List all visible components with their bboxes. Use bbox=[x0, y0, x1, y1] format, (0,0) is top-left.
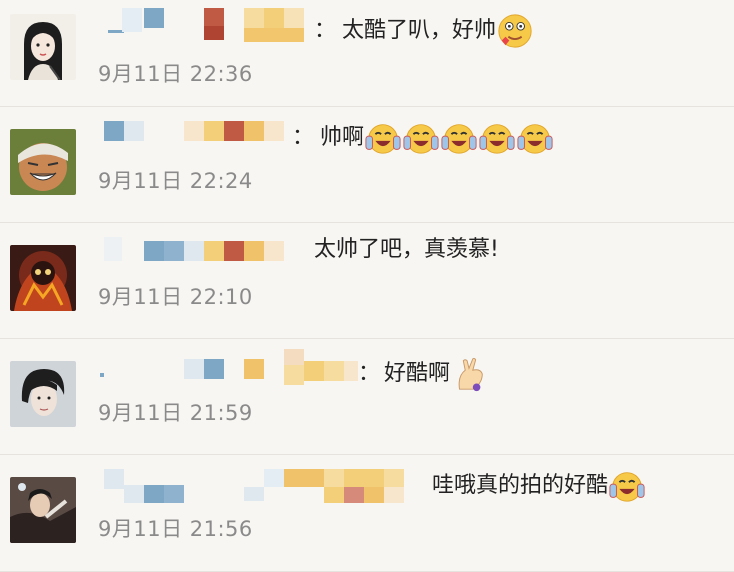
laugh-cry-thumbs-emoji-icon bbox=[364, 119, 402, 157]
comment-row: 哇哦真的拍的好酷 9月11日 21:56 bbox=[0, 455, 734, 572]
comment-text: 好酷啊 bbox=[384, 361, 451, 386]
laugh-cry-thumbs-emoji-icon bbox=[478, 119, 516, 157]
comment-message: 太帅了吧，真羡慕! bbox=[314, 235, 499, 265]
laugh-cry-thumbs-emoji-icon bbox=[440, 119, 478, 157]
comment-message: ： 好酷啊 bbox=[358, 355, 488, 393]
comment-message: ： 帅啊 bbox=[292, 119, 554, 157]
comment-row: ： 帅啊 9月11日 22:24 bbox=[0, 107, 734, 223]
comment-timestamp: 9月11日 21:59 bbox=[98, 401, 253, 425]
comment-message: 哇哦真的拍的好酷 bbox=[432, 467, 646, 505]
comment-row: ： 好酷啊 9月11日 21:59 bbox=[0, 339, 734, 455]
comment-row: 太帅了吧，真羡慕! 9月11日 22:10 bbox=[0, 223, 734, 339]
laugh-cry-thumbs-emoji-icon bbox=[608, 467, 646, 505]
blush-smile-emoji-icon bbox=[496, 12, 534, 50]
comment-text: 太酷了叭，好帅 bbox=[342, 18, 497, 43]
comment-text: 哇哦真的拍的好酷 bbox=[432, 473, 609, 498]
comment-message: ： 太酷了叭，好帅 bbox=[314, 12, 534, 50]
avatar[interactable] bbox=[10, 361, 76, 427]
laugh-cry-thumbs-emoji-icon bbox=[516, 119, 554, 157]
ok-hand-emoji-icon bbox=[450, 355, 488, 393]
comment-text: 帅啊 bbox=[320, 125, 365, 150]
blurred-username[interactable] bbox=[100, 467, 420, 503]
comment-timestamp: 9月11日 22:24 bbox=[98, 169, 253, 193]
comment-text: 太帅了吧，真羡慕! bbox=[314, 237, 499, 262]
comment-row: ： 太酷了叭，好帅 9月11日 22:36 bbox=[0, 0, 734, 107]
comment-timestamp: 9月11日 22:36 bbox=[98, 62, 253, 86]
separator: ： bbox=[292, 125, 315, 150]
avatar[interactable] bbox=[10, 477, 76, 543]
comment-list: ： 太酷了叭，好帅 9月11日 22:36 ： 帅啊 9月11日 22:24 太… bbox=[0, 0, 734, 572]
avatar[interactable] bbox=[10, 14, 76, 80]
separator: ： bbox=[314, 18, 337, 43]
avatar[interactable] bbox=[10, 245, 76, 311]
comment-timestamp: 9月11日 22:10 bbox=[98, 285, 253, 309]
separator: ： bbox=[358, 361, 381, 386]
laugh-cry-thumbs-emoji-icon bbox=[402, 119, 440, 157]
avatar[interactable] bbox=[10, 129, 76, 195]
comment-timestamp: 9月11日 21:56 bbox=[98, 517, 253, 541]
